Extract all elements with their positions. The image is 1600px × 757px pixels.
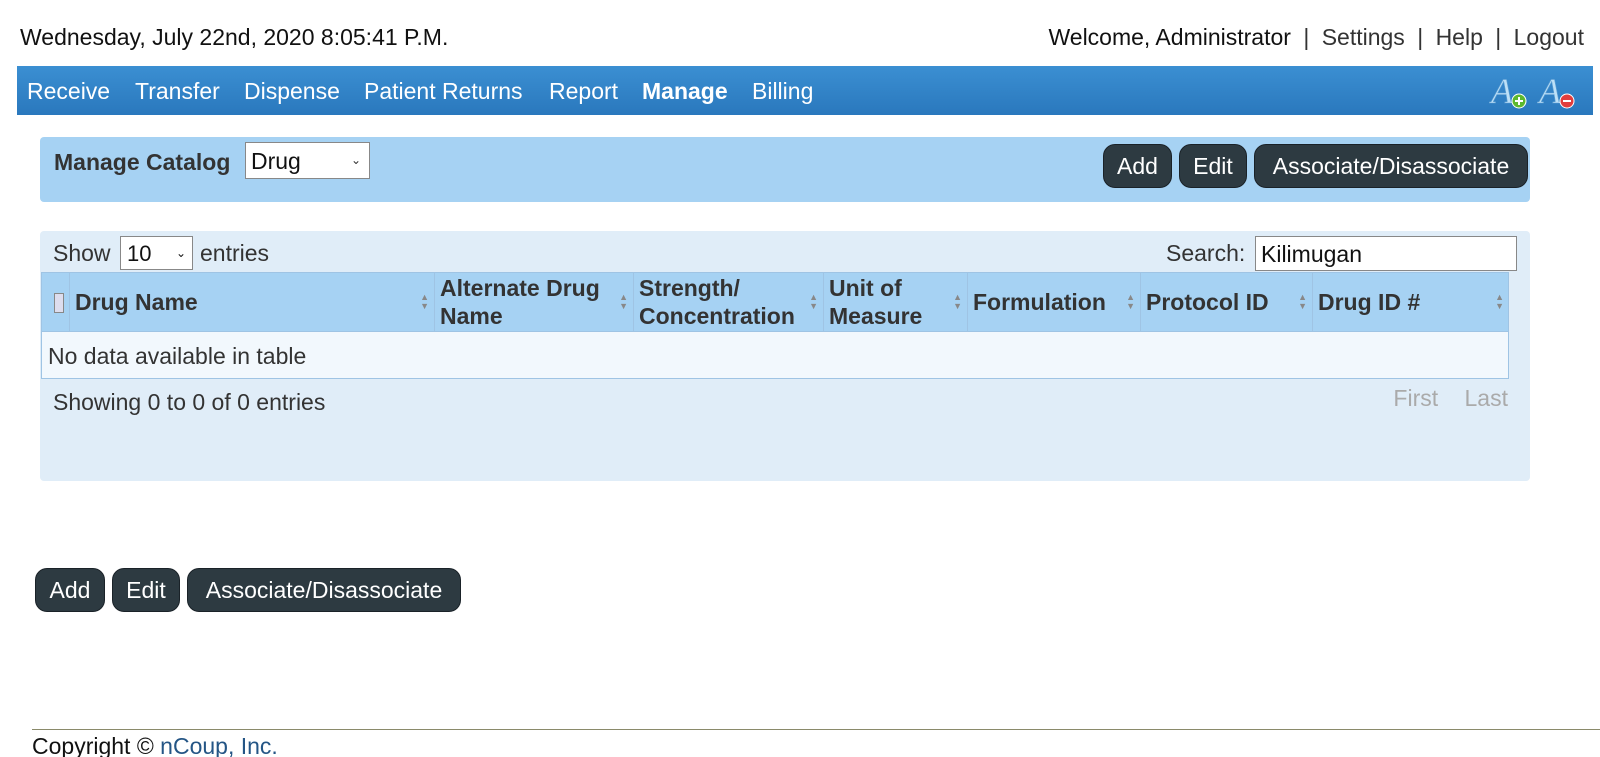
nav-dispense[interactable]: Dispense (244, 78, 340, 105)
font-decrease-icon[interactable]: A (1537, 71, 1577, 111)
logout-link[interactable]: Logout (1514, 24, 1584, 50)
search-input[interactable]: Kilimugan (1255, 236, 1517, 271)
sort-icon: ▲ ▼ (1126, 292, 1135, 311)
manage-catalog-panel: Manage Catalog Drug ⌄ Add Edit Associate… (40, 137, 1530, 202)
catalog-type-value: Drug (251, 148, 301, 174)
nav-transfer[interactable]: Transfer (135, 78, 220, 105)
company-link[interactable]: nCoup, Inc. (160, 733, 278, 757)
select-all-checkbox[interactable] (54, 293, 64, 313)
associate-disassociate-button-bottom[interactable]: Associate/Disassociate (187, 568, 461, 612)
top-bar: Wednesday, July 22nd, 2020 8:05:41 P.M. … (0, 0, 1600, 66)
font-increase-icon[interactable]: A (1489, 71, 1529, 111)
help-link[interactable]: Help (1436, 24, 1483, 50)
sort-icon: ▲ ▼ (953, 292, 962, 311)
nav-receive[interactable]: Receive (27, 78, 110, 105)
column-label: Unit of Measure (829, 275, 923, 329)
pager-first[interactable]: First (1393, 385, 1438, 411)
column-label: Formulation (973, 289, 1106, 315)
search-label: Search: (1166, 240, 1246, 266)
show-label: Show (53, 240, 111, 266)
user-bar: Welcome, Administrator | Settings | Help… (1048, 24, 1584, 51)
sort-icon: ▲ ▼ (420, 292, 429, 311)
empty-table-message: No data available in table (48, 343, 307, 369)
sort-icon: ▲ ▼ (1298, 292, 1307, 311)
pagination: First Last (1373, 385, 1508, 412)
column-drug-id[interactable]: Drug ID # ▲ ▼ (1313, 273, 1509, 331)
column-label: Drug Name (75, 289, 198, 315)
sort-icon: ▲ ▼ (619, 292, 628, 311)
chevron-down-icon: ⌄ (175, 246, 186, 260)
nav-patient-returns[interactable]: Patient Returns (364, 78, 523, 105)
copyright: Copyright © nCoup, Inc. (32, 733, 278, 757)
page-size-select[interactable]: 10 ⌄ (120, 236, 193, 270)
separator: | (1303, 24, 1310, 50)
catalog-type-select[interactable]: Drug ⌄ (245, 142, 370, 179)
sort-icon: ▲ ▼ (809, 292, 818, 311)
edit-button[interactable]: Edit (1179, 144, 1247, 188)
drug-table: Drug Name ▲ ▼ Alternate Drug Name ▲ ▼ Stre… (41, 272, 1509, 379)
svg-text:A: A (1537, 71, 1562, 111)
column-label: Alternate Drug Name (440, 275, 600, 329)
copyright-text: Copyright © (32, 733, 154, 757)
table-row: No data available in table (41, 332, 1509, 379)
edit-button-bottom[interactable]: Edit (112, 568, 180, 612)
welcome-text: Welcome, Administrator (1048, 24, 1291, 50)
column-alternate-drug-name[interactable]: Alternate Drug Name ▲ ▼ (435, 273, 634, 331)
separator: | (1495, 24, 1502, 50)
entries-label: entries (200, 240, 270, 266)
separator: | (1417, 24, 1424, 50)
add-button[interactable]: Add (1103, 144, 1172, 188)
column-label: Protocol ID (1146, 289, 1269, 315)
svg-text:A: A (1489, 71, 1514, 111)
drug-table-panel: Show 10 ⌄ entries Search: Kilimugan Drug… (40, 231, 1530, 481)
nav-report[interactable]: Report (549, 78, 618, 105)
pager-last[interactable]: Last (1465, 385, 1508, 411)
page-size-value: 10 (127, 241, 152, 266)
select-all-column[interactable] (42, 273, 70, 331)
column-unit-of-measure[interactable]: Unit of Measure ▲ ▼ (824, 273, 968, 331)
nav-billing[interactable]: Billing (752, 78, 813, 105)
column-drug-name[interactable]: Drug Name ▲ ▼ (70, 273, 435, 331)
manage-catalog-label: Manage Catalog (54, 149, 231, 175)
column-strength[interactable]: Strength/ Concentration ▲ ▼ (634, 273, 824, 331)
footer-divider (32, 729, 1600, 730)
table-header: Drug Name ▲ ▼ Alternate Drug Name ▲ ▼ Stre… (41, 272, 1509, 332)
nav-manage[interactable]: Manage (642, 78, 728, 105)
column-protocol-id[interactable]: Protocol ID ▲ ▼ (1141, 273, 1313, 331)
column-label: Drug ID # (1318, 289, 1421, 315)
column-formulation[interactable]: Formulation ▲ ▼ (968, 273, 1141, 331)
associate-disassociate-button[interactable]: Associate/Disassociate (1254, 144, 1528, 188)
chevron-down-icon: ⌄ (350, 153, 361, 167)
table-info: Showing 0 to 0 of 0 entries (53, 389, 326, 415)
current-datetime: Wednesday, July 22nd, 2020 8:05:41 P.M. (20, 24, 449, 50)
sort-icon: ▲ ▼ (1495, 292, 1504, 311)
main-nav: Receive Transfer Dispense Patient Return… (17, 66, 1593, 115)
column-label: Strength/ Concentration (639, 275, 795, 329)
settings-link[interactable]: Settings (1322, 24, 1405, 50)
add-button-bottom[interactable]: Add (35, 568, 105, 612)
